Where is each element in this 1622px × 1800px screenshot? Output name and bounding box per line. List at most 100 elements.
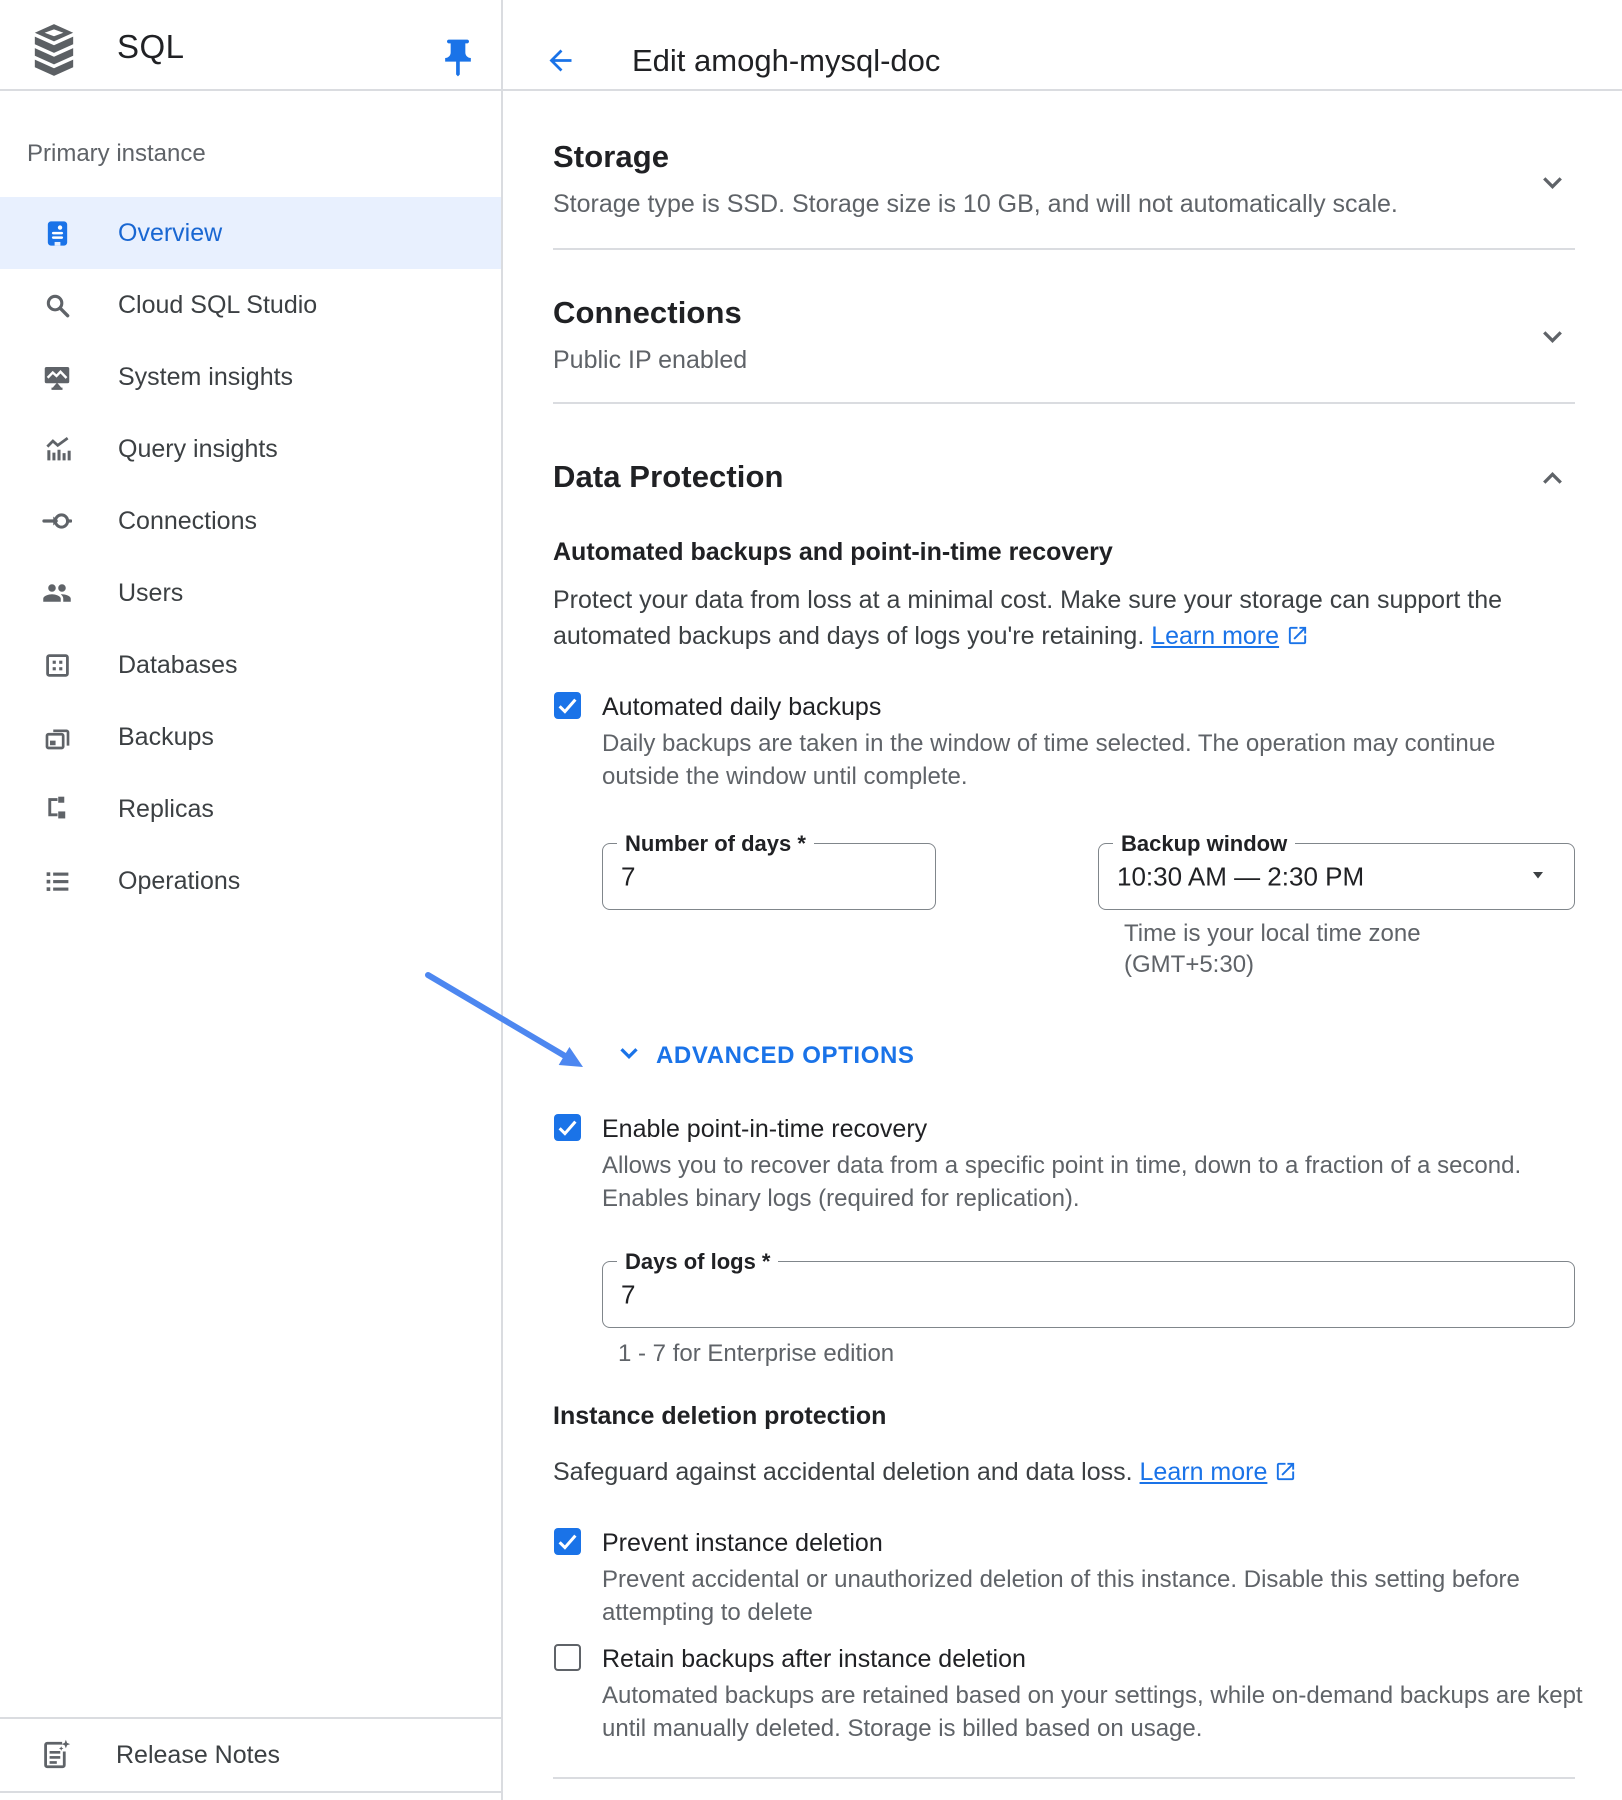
sidebar-item-label: Release Notes: [116, 1741, 280, 1770]
section-divider: [553, 248, 1575, 250]
help-line: until manually deleted. Storage is bille…: [602, 1715, 1202, 1742]
pin-icon[interactable]: [436, 36, 480, 85]
chevron-down-icon: [614, 1038, 644, 1073]
sidebar-item-label: Replicas: [118, 795, 214, 824]
sidebar-item-label: Users: [118, 579, 183, 608]
help-line: Daily backups are taken in the window of…: [602, 730, 1495, 757]
instance-deletion-description: Safeguard against accidental deletion an…: [553, 1454, 1297, 1493]
description-line2: automated backups and days of logs you'r…: [553, 622, 1144, 650]
backup-window-label: Backup window: [1113, 831, 1295, 857]
prevent-deletion-checkbox[interactable]: [554, 1528, 581, 1555]
sidebar-item-label: System insights: [118, 363, 293, 392]
sidebar-item-operations[interactable]: Operations: [0, 845, 501, 917]
sidebar-divider: [501, 0, 503, 1800]
days-of-logs-help: 1 - 7 for Enterprise edition: [618, 1337, 894, 1370]
sidebar-item-label: Connections: [118, 507, 257, 536]
automated-daily-backups-checkbox[interactable]: [554, 692, 581, 719]
help-line: Time is your local time zone: [1124, 920, 1421, 947]
monitor-chart-icon: [42, 362, 72, 392]
number-of-days-field[interactable]: Number of days * 7: [602, 843, 936, 910]
automated-backups-heading: Automated backups and point-in-time reco…: [553, 536, 1113, 568]
help-line: Enables binary logs (required for replic…: [602, 1185, 1080, 1212]
sidebar-item-cloud-sql-studio[interactable]: Cloud SQL Studio: [0, 269, 501, 341]
learn-more-link[interactable]: Learn more: [1151, 622, 1279, 650]
automated-daily-backups-label[interactable]: Automated daily backups: [602, 691, 881, 723]
sidebar-item-label: Databases: [118, 651, 238, 680]
release-notes-icon: [40, 1739, 72, 1771]
plug-arrow-icon: [42, 506, 72, 536]
sidebar-item-label: Overview: [118, 219, 222, 248]
list-icon: [42, 866, 72, 896]
learn-more-link[interactable]: Learn more: [1140, 1458, 1268, 1486]
advanced-options-label: ADVANCED OPTIONS: [656, 1042, 915, 1070]
help-line: Allows you to recover data from a specif…: [602, 1152, 1521, 1179]
description-line1: Protect your data from loss at a minimal…: [553, 586, 1502, 614]
help-line: Prevent accidental or unauthorized delet…: [602, 1566, 1520, 1593]
sidebar-item-system-insights[interactable]: System insights: [0, 341, 501, 413]
product-title: SQL: [117, 26, 185, 68]
days-of-logs-field[interactable]: Days of logs * 7: [602, 1261, 1575, 1328]
sidebar: SQL Primary instance Overview: [0, 0, 501, 1800]
sidebar-item-users[interactable]: Users: [0, 557, 501, 629]
dropdown-caret-icon: [1526, 862, 1550, 891]
instance-deletion-heading: Instance deletion protection: [553, 1400, 886, 1432]
prevent-deletion-label[interactable]: Prevent instance deletion: [602, 1527, 883, 1559]
cloud-sql-logo-icon: [31, 22, 77, 85]
sidebar-item-backups[interactable]: Backups: [0, 701, 501, 773]
tree-icon: [42, 794, 72, 824]
sidebar-item-databases[interactable]: Databases: [0, 629, 501, 701]
help-line: Automated backups are retained based on …: [602, 1682, 1583, 1709]
automated-backups-description: Protect your data from loss at a minimal…: [553, 582, 1502, 657]
sidebar-item-label: Operations: [118, 867, 240, 896]
sidebar-item-label: Cloud SQL Studio: [118, 291, 317, 320]
sidebar-item-query-insights[interactable]: Query insights: [0, 413, 501, 485]
backup-window-value: 10:30 AM — 2:30 PM: [1117, 861, 1364, 892]
grid-dots-icon: [42, 650, 72, 680]
retain-backups-help: Automated backups are retained based on …: [602, 1679, 1583, 1745]
sidebar-item-connections[interactable]: Connections: [0, 485, 501, 557]
enable-pitr-label[interactable]: Enable point-in-time recovery: [602, 1113, 927, 1145]
storage-section-title: Storage: [553, 138, 669, 176]
enable-pitr-help: Allows you to recover data from a specif…: [602, 1149, 1521, 1215]
automated-daily-backups-help: Daily backups are taken in the window of…: [602, 727, 1495, 793]
connections-section-title: Connections: [553, 294, 742, 332]
overview-icon: [42, 218, 72, 248]
retain-backups-label[interactable]: Retain backups after instance deletion: [602, 1643, 1026, 1675]
page-title: Edit amogh-mysql-doc: [632, 42, 940, 80]
description-line: Safeguard against accidental deletion an…: [553, 1458, 1133, 1486]
sidebar-item-label: Query insights: [118, 435, 278, 464]
back-arrow-icon[interactable]: [544, 44, 577, 82]
storage-section-summary: Storage type is SSD. Storage size is 10 …: [553, 188, 1398, 220]
enable-pitr-checkbox[interactable]: [554, 1114, 581, 1141]
help-line: attempting to delete: [602, 1599, 813, 1626]
prevent-deletion-help: Prevent accidental or unauthorized delet…: [602, 1563, 1520, 1629]
search-icon: [42, 290, 72, 320]
external-link-icon: [1274, 1457, 1297, 1493]
cloud-sql-edit-page: { "app": { "product_name": "SQL", "heade…: [0, 0, 1622, 1800]
section-divider: [553, 1777, 1575, 1779]
sidebar-item-overview[interactable]: Overview: [0, 197, 501, 269]
retain-backups-checkbox[interactable]: [554, 1644, 581, 1671]
number-of-days-label: Number of days *: [617, 831, 814, 857]
connections-expand-chevron-down-icon[interactable]: [1536, 320, 1569, 358]
data-protection-collapse-chevron-up-icon[interactable]: [1536, 462, 1569, 500]
primary-instance-label: Primary instance: [27, 140, 206, 168]
connections-section-summary: Public IP enabled: [553, 344, 747, 376]
people-icon: [42, 578, 72, 608]
sidebar-item-release-notes[interactable]: Release Notes: [0, 1719, 501, 1792]
copy-windows-icon: [42, 722, 72, 752]
storage-expand-chevron-down-icon[interactable]: [1536, 166, 1569, 204]
advanced-options-toggle[interactable]: ADVANCED OPTIONS: [614, 1038, 915, 1073]
bar-trend-icon: [42, 434, 72, 464]
days-of-logs-value: 7: [621, 1279, 635, 1310]
help-line: (GMT+5:30): [1124, 951, 1254, 978]
help-line: outside the window until complete.: [602, 763, 968, 790]
sidebar-bottom-divider: [0, 1791, 501, 1793]
sidebar-item-replicas[interactable]: Replicas: [0, 773, 501, 845]
data-protection-section-title: Data Protection: [553, 458, 784, 496]
sidebar-item-label: Backups: [118, 723, 214, 752]
backup-window-select[interactable]: Backup window 10:30 AM — 2:30 PM: [1098, 843, 1575, 910]
sidebar-nav: Overview Cloud SQL Studio System ins: [0, 197, 501, 917]
days-of-logs-label: Days of logs *: [617, 1249, 778, 1275]
header-divider: [0, 89, 1622, 91]
